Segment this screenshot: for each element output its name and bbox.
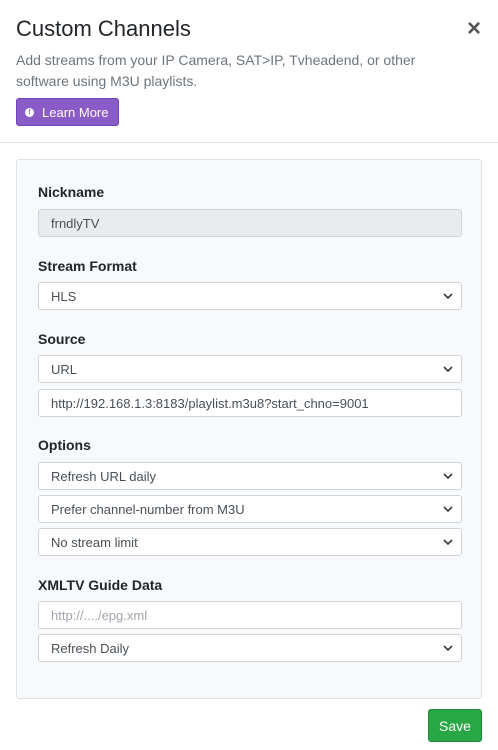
chevron-down-icon bbox=[443, 643, 453, 653]
chevron-down-icon bbox=[443, 504, 453, 514]
nickname-value: frndlyTV bbox=[51, 215, 100, 231]
stream-format-select[interactable]: HLS bbox=[38, 282, 462, 310]
xmltv-url-placeholder: http://..../epg.xml bbox=[51, 607, 148, 623]
chevron-down-icon bbox=[443, 364, 453, 374]
xmltv-refresh-value: Refresh Daily bbox=[51, 640, 130, 656]
learn-more-label: Learn More bbox=[42, 104, 109, 120]
stream-limit-value: No stream limit bbox=[51, 534, 138, 550]
xmltv-label: XMLTV Guide Data bbox=[38, 577, 163, 593]
options-label: Options bbox=[38, 437, 91, 453]
custom-channels-modal: Custom Channels × Add streams from your … bbox=[0, 0, 498, 750]
source-type-value: URL bbox=[51, 361, 78, 377]
xmltv-url-input[interactable]: http://..../epg.xml bbox=[38, 601, 462, 629]
channel-form-card: Nickname frndlyTV Stream Format HLS Sour… bbox=[16, 159, 482, 699]
chevron-down-icon bbox=[443, 291, 453, 301]
nickname-field[interactable]: frndlyTV bbox=[38, 209, 462, 237]
chevron-down-icon bbox=[443, 537, 453, 547]
source-url-input[interactable]: http://192.168.1.3:8183/playlist.m3u8?st… bbox=[38, 389, 462, 417]
info-icon: ! bbox=[25, 107, 34, 117]
refresh-url-select[interactable]: Refresh URL daily bbox=[38, 462, 462, 490]
source-label: Source bbox=[38, 331, 86, 347]
source-type-select[interactable]: URL bbox=[38, 355, 462, 383]
refresh-url-value: Refresh URL daily bbox=[51, 468, 157, 484]
modal-title: Custom Channels bbox=[16, 16, 191, 41]
modal-description: Add streams from your IP Camera, SAT>IP,… bbox=[16, 52, 416, 89]
channel-number-value: Prefer channel-number from M3U bbox=[51, 501, 245, 517]
channel-number-select[interactable]: Prefer channel-number from M3U bbox=[38, 495, 462, 523]
stream-format-label: Stream Format bbox=[38, 258, 137, 274]
close-icon[interactable]: × bbox=[462, 16, 486, 42]
learn-more-button[interactable]: ! Learn More bbox=[16, 98, 119, 126]
stream-limit-select[interactable]: No stream limit bbox=[38, 528, 462, 556]
nickname-label: Nickname bbox=[38, 184, 105, 200]
stream-format-value: HLS bbox=[51, 288, 77, 304]
xmltv-refresh-select[interactable]: Refresh Daily bbox=[38, 634, 462, 662]
chevron-down-icon bbox=[443, 471, 453, 481]
modal-header: Custom Channels × Add streams from your … bbox=[0, 0, 498, 143]
save-button[interactable]: Save bbox=[428, 709, 482, 742]
source-url-value: http://192.168.1.3:8183/playlist.m3u8?st… bbox=[51, 395, 369, 411]
